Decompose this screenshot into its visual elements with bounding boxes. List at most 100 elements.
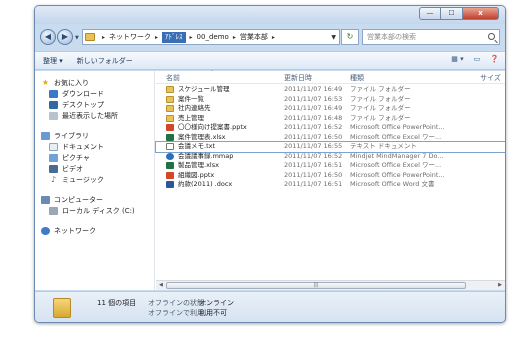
nav-documents[interactable]: ドキュメント <box>35 141 154 152</box>
recent-places-icon <box>49 111 58 120</box>
file-name-cell: 約款(2011) .docx <box>166 180 282 190</box>
file-row[interactable]: 案件管理表.xlsx 2011/11/07 16:50 Microsoft Offi… <box>156 133 505 143</box>
download-icon <box>49 89 58 98</box>
forward-button[interactable]: ▶ <box>57 29 73 45</box>
history-dropdown-icon[interactable]: ▼ <box>75 35 79 41</box>
file-type: ファイル フォルダー <box>350 85 411 93</box>
file-row[interactable]: 組織図.pptx 2011/11/07 16:50 Microsoft Office… <box>156 171 505 181</box>
column-header-size[interactable]: サイズ <box>480 73 501 83</box>
nav-videos[interactable]: ビデオ <box>35 163 154 174</box>
scroll-left-icon[interactable]: ◀ <box>159 282 163 288</box>
breadcrumb-separator[interactable]: ▸ <box>186 34 197 41</box>
refresh-button[interactable]: ↻ <box>341 29 359 45</box>
file-row[interactable]: 案件一覧 2011/11/07 16:53 ファイル フォルダー <box>156 95 505 105</box>
new-folder-button[interactable]: 新しいフォルダー <box>77 56 133 66</box>
file-type: テキスト ドキュメント <box>350 142 417 150</box>
file-name: 組織図.pptx <box>178 170 215 179</box>
breadcrumb-separator[interactable]: ▸ <box>98 34 109 41</box>
text-file-icon <box>166 143 174 151</box>
nav-network[interactable]: ネットワーク <box>35 225 154 236</box>
scroll-right-icon[interactable]: ▶ <box>498 282 502 288</box>
search-icon[interactable] <box>488 33 495 40</box>
file-name-cell: 組織図.pptx <box>166 171 282 181</box>
library-icon <box>41 131 50 140</box>
file-date: 2011/11/07 16:50 <box>284 132 343 141</box>
file-name: 〇〇様向け提案書.pptx <box>178 123 247 131</box>
maximize-button[interactable]: ☐ <box>441 7 463 20</box>
nav-downloads[interactable]: ダウンロード <box>35 88 154 99</box>
folder-icon <box>53 298 71 318</box>
offline-status-value: オンライン <box>199 299 234 307</box>
file-date: 2011/11/07 16:50 <box>284 170 343 179</box>
column-header-date[interactable]: 更新日時 <box>284 73 312 83</box>
powerpoint-file-icon <box>166 124 174 132</box>
address-dropdown-icon[interactable]: ▼ <box>328 34 339 41</box>
back-button[interactable]: ◀ <box>40 29 56 45</box>
file-row[interactable]: 〇〇様向け提案書.pptx 2011/11/07 16:52 Microsoft O… <box>156 123 505 133</box>
nav-recent-places[interactable]: 最近表示した場所 <box>35 110 154 121</box>
nav-favorites[interactable]: ★ お気に入り <box>35 77 154 88</box>
nav-local-disk[interactable]: ローカル ディスク (C:) <box>35 205 154 216</box>
scroll-thumb[interactable]: ||| <box>166 282 466 289</box>
file-name: 売上管理 <box>178 113 204 122</box>
file-name: 案件管理表.xlsx <box>178 132 226 141</box>
window-controls: — ☐ x <box>419 7 499 20</box>
breadcrumb-sales[interactable]: 営業本部 ▸ <box>240 32 279 42</box>
file-date: 2011/11/07 16:49 <box>284 104 343 112</box>
file-name: 会議議事録.mmap <box>178 151 234 160</box>
column-header-name[interactable]: 名前 <box>166 73 180 83</box>
horizontal-scrollbar[interactable]: ◀ ||| ▶ <box>156 280 505 290</box>
word-file-icon <box>166 181 174 189</box>
nav-desktop[interactable]: デスクトップ <box>35 99 154 110</box>
file-row[interactable]: スケジュール管理 2011/11/07 16:49 ファイル フォルダー <box>156 85 505 95</box>
organize-button[interactable]: 整理 ▾ <box>43 56 63 66</box>
breadcrumb-network[interactable]: ネットワーク ▸ <box>109 32 162 42</box>
file-type: Microsoft Office Excel ワー... <box>350 132 442 141</box>
file-name: 案件一覧 <box>178 94 204 103</box>
search-input[interactable]: 営業本部の検索 <box>362 29 500 45</box>
folder-icon <box>166 95 174 103</box>
breadcrumb-label: ｱﾄﾞﾚｽ <box>165 32 183 41</box>
address-field[interactable]: ▸ ネットワーク ▸ ｱﾄﾞﾚｽ ▸ 00_demo ▸ 営業本部 ▸ ▼ <box>82 29 340 45</box>
nav-label: ライブラリ <box>54 131 89 140</box>
close-button[interactable]: x <box>463 7 499 20</box>
file-row[interactable]: 約款(2011) .docx 2011/11/07 16:51 Microsoft … <box>156 180 505 190</box>
explorer-window: — ☐ x ◀ ▶ ▼ ▸ ネットワーク ▸ ｱﾄﾞﾚｽ ▸ 00_demo ▸ 営… <box>34 5 506 323</box>
help-icon[interactable]: ❓ <box>490 55 499 63</box>
view-options-icon[interactable]: ▦ ▾ <box>451 55 463 63</box>
nav-computer[interactable]: コンピューター <box>35 194 154 205</box>
file-name-cell: 案件一覧 <box>166 95 282 105</box>
powerpoint-file-icon <box>166 171 174 179</box>
preview-pane-icon[interactable]: ▭ <box>474 55 481 63</box>
command-bar: 整理 ▾ 新しいフォルダー ▦ ▾ ▭ ❓ <box>35 51 505 70</box>
column-header-type[interactable]: 種類 <box>350 73 364 83</box>
file-name-cell: 売上管理 <box>166 114 282 124</box>
file-name: 約款(2011) .docx <box>178 180 233 188</box>
file-name: 社内連絡先 <box>178 104 211 112</box>
file-type: Microsoft Office Word 文書 <box>350 180 435 188</box>
content-area: ★ お気に入り ダウンロード デスクトップ 最近表示した場所 ライブラリ ドキュメ… <box>35 70 505 290</box>
file-type: Microsoft Office Excel ワー... <box>350 161 442 169</box>
nav-label: ダウンロード <box>62 89 104 98</box>
computer-icon <box>41 195 50 204</box>
file-type: ファイル フォルダー <box>350 94 411 103</box>
title-bar[interactable]: — ☐ x <box>35 6 505 24</box>
file-row[interactable]: 会議議事録.mmap 2011/11/07 16:52 Mindjet MindMa… <box>156 152 505 162</box>
file-row[interactable]: 売上管理 2011/11/07 16:48 ファイル フォルダー <box>156 114 505 124</box>
file-row[interactable]: 社内連絡先 2011/11/07 16:49 ファイル フォルダー <box>156 104 505 114</box>
nav-label: デスクトップ <box>62 100 104 109</box>
file-type: Microsoft Office PowerPoint... <box>350 170 445 179</box>
breadcrumb-demo[interactable]: 00_demo ▸ <box>197 33 240 41</box>
minimize-button[interactable]: — <box>419 7 441 20</box>
mindmap-file-icon <box>166 152 174 160</box>
nav-pictures[interactable]: ピクチャ <box>35 152 154 163</box>
star-icon: ★ <box>41 77 50 87</box>
nav-label: お気に入り <box>54 78 89 87</box>
file-row[interactable]: 会議メモ.txt 2011/11/07 16:55 テキスト ドキュメント <box>155 141 505 153</box>
file-row[interactable]: 製品管理.xlsx 2011/11/07 16:51 Microsoft Offic… <box>156 161 505 171</box>
nav-music[interactable]: ♪ ミュージック <box>35 174 154 185</box>
file-date: 2011/11/07 16:53 <box>284 94 343 103</box>
nav-libraries[interactable]: ライブラリ <box>35 130 154 141</box>
breadcrumb-address[interactable]: ｱﾄﾞﾚｽ <box>162 31 186 43</box>
file-list: 名前 ˄ 更新日時 種類 サイズ スケジュール管理 2011/11/07 16:4… <box>155 70 505 290</box>
